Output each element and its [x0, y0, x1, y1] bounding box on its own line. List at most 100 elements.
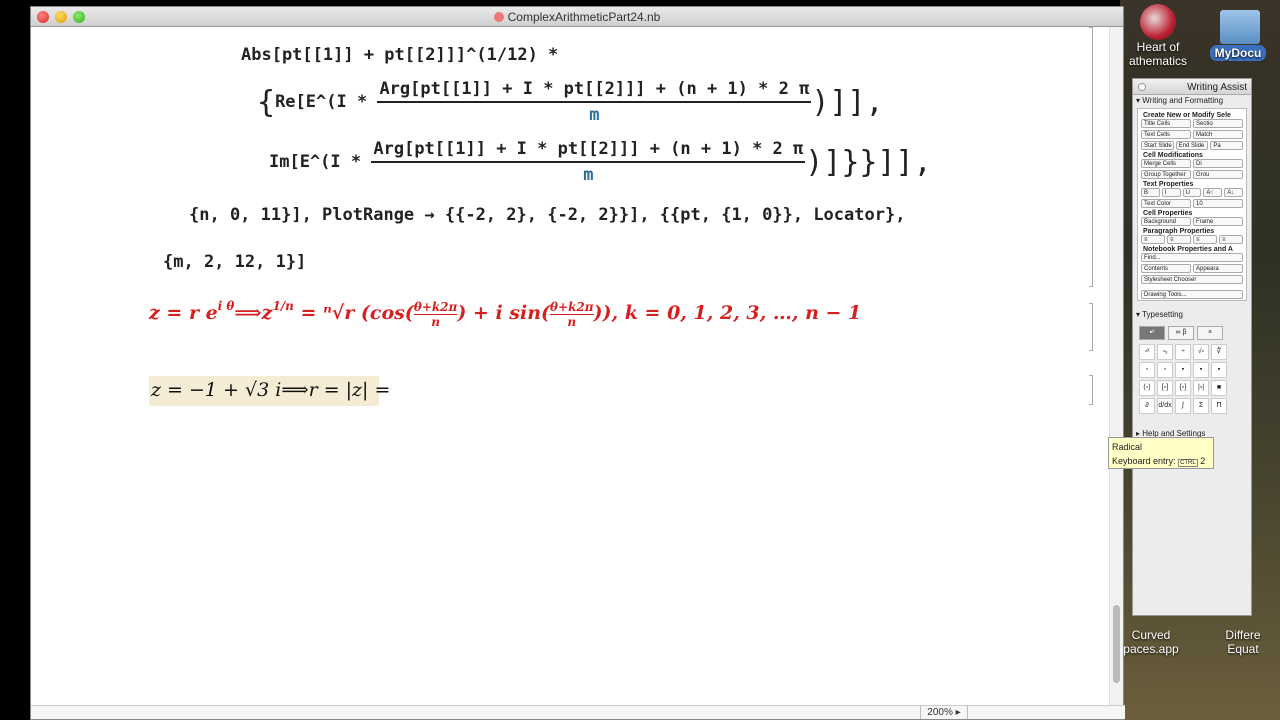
- align-right-icon[interactable]: ≡: [1193, 235, 1217, 244]
- column-template[interactable]: ▪: [1211, 362, 1227, 378]
- re-denominator: m: [589, 105, 600, 125]
- frame-menu[interactable]: Frame: [1193, 217, 1243, 226]
- writing-formatting-box: Create New or Modify Sele Title Cells Sec…: [1137, 108, 1247, 301]
- status-bar: 200% ▸: [31, 705, 1125, 719]
- code-line-re[interactable]: {Re[E^(I * Arg[pt[[1]] + I * pt[[2]]] + …: [257, 79, 884, 125]
- code-line-plotrange[interactable]: {n, 0, 11}], PlotRange → {{-2, 2}, {-2, …: [189, 205, 905, 225]
- product-template[interactable]: Π: [1211, 398, 1227, 414]
- align-center-icon[interactable]: ≡: [1167, 235, 1191, 244]
- align-left-icon[interactable]: ≡: [1141, 235, 1165, 244]
- start-slide-button[interactable]: Start Slide: [1141, 141, 1174, 150]
- zoom-selector[interactable]: 200% ▸: [920, 706, 968, 719]
- derivative-template[interactable]: ∂: [1139, 398, 1155, 414]
- merge-cells-button[interactable]: Merge Cells: [1141, 159, 1191, 168]
- formula-root-exp: 1/n: [272, 299, 294, 313]
- section-writing-formatting[interactable]: ▾ Writing and Formatting: [1133, 95, 1251, 106]
- group-together-button[interactable]: Group Together: [1141, 170, 1191, 179]
- fraction-template[interactable]: ÷: [1175, 344, 1191, 360]
- heart-label: Heart of: [1136, 40, 1180, 54]
- abs-template[interactable]: |▫|: [1193, 380, 1209, 396]
- code-line-im[interactable]: Im[E^(I * Arg[pt[[1]] + I * pt[[2]]] + (…: [269, 139, 932, 185]
- radical-template[interactable]: ∜: [1211, 344, 1227, 360]
- underscript-template[interactable]: ▫: [1139, 362, 1155, 378]
- underline-button[interactable]: U: [1182, 188, 1202, 197]
- font-size-menu[interactable]: 10: [1193, 199, 1243, 208]
- contents-menu[interactable]: Contents: [1141, 264, 1191, 273]
- text-cells-menu[interactable]: Text Cells: [1141, 130, 1191, 139]
- re-close: )]],: [811, 85, 884, 120]
- document-icon: [493, 12, 504, 22]
- tab-operators[interactable]: ×: [1197, 326, 1223, 340]
- background-menu[interactable]: Background: [1141, 217, 1191, 226]
- brace-template[interactable]: {▫}: [1175, 380, 1191, 396]
- writing-assistant-palette: Writing Assist ▾ Writing and Formatting …: [1132, 78, 1252, 616]
- vector-template[interactable]: ▪: [1193, 362, 1209, 378]
- paren-template[interactable]: (▫): [1139, 380, 1155, 396]
- code-line-abs[interactable]: Abs[pt[[1]] + pt[[2]]]^(1/12) *: [241, 45, 558, 65]
- formula-mid: ) + i sin(: [457, 302, 551, 324]
- sum-template[interactable]: Σ: [1193, 398, 1209, 414]
- section-typesetting[interactable]: ▾ Typesetting: [1133, 309, 1251, 320]
- superscript-template[interactable]: ▫ˣ: [1139, 344, 1155, 360]
- tooltip-entry: Keyboard entry: CTRL 2: [1112, 454, 1210, 470]
- cell-bracket-formula[interactable]: [1089, 303, 1093, 351]
- formula-exp: i θ: [217, 299, 235, 313]
- cell-bracket[interactable]: [1089, 27, 1093, 287]
- curved-spaces-app-icon[interactable]: Curved paces.app: [1120, 628, 1182, 656]
- justify-icon[interactable]: ≡: [1219, 235, 1243, 244]
- pa-button[interactable]: Pa: [1210, 141, 1244, 150]
- appearance-menu[interactable]: Appeara: [1193, 264, 1243, 273]
- matrix-template[interactable]: ▪: [1175, 362, 1191, 378]
- im-denominator: m: [583, 165, 594, 185]
- heart-of-mathematics-icon[interactable]: Heart of athematics: [1128, 4, 1188, 68]
- im-close: )]}}]],: [805, 145, 932, 180]
- cell-bracket-input[interactable]: [1089, 375, 1093, 405]
- formula-eq: =: [293, 302, 324, 324]
- bold-button[interactable]: B: [1141, 188, 1160, 197]
- input-cell[interactable]: z = −1 + √3 i⟹r = |z| =: [149, 376, 390, 406]
- window-title-text: ComplexArithmeticPart24.nb: [507, 10, 661, 24]
- stylesheet-chooser-button[interactable]: Stylesheet Chooser: [1141, 275, 1243, 284]
- title-bar[interactable]: ComplexArithmeticPart24.nb: [31, 7, 1123, 27]
- vertical-scrollbar[interactable]: [1109, 27, 1123, 707]
- differential-equations-icon[interactable]: Differe Equat: [1206, 628, 1280, 656]
- tab-greek[interactable]: ∞ β: [1168, 326, 1194, 340]
- mydocs-label: MyDocu: [1209, 45, 1267, 61]
- im-prefix: Im[E^(I *: [269, 152, 362, 172]
- section-menu[interactable]: Sectio: [1193, 119, 1243, 128]
- sqrt-template[interactable]: √▫: [1193, 344, 1209, 360]
- integral-template[interactable]: ∫: [1175, 398, 1191, 414]
- typesetting-label: Typesetting: [1142, 310, 1184, 319]
- subscript-template[interactable]: ▫ₓ: [1157, 344, 1173, 360]
- code-line-m[interactable]: {m, 2, 12, 1}]: [163, 252, 306, 272]
- notebook-content[interactable]: Abs[pt[[1]] + pt[[2]]]^(1/12) * {Re[E^(I…: [31, 27, 1111, 707]
- end-slide-button[interactable]: End Slide: [1175, 141, 1209, 150]
- tab-templates[interactable]: ▪ˣ: [1139, 326, 1165, 340]
- frac-2-den: n: [567, 314, 577, 329]
- box-template[interactable]: ■: [1211, 380, 1227, 396]
- create-new-label: Create New or Modify Sele: [1143, 112, 1231, 119]
- find-button[interactable]: Find...: [1141, 253, 1243, 262]
- drawing-tools-button[interactable]: Drawing Tools...: [1141, 290, 1243, 299]
- italic-button[interactable]: I: [1161, 188, 1181, 197]
- partial-template[interactable]: d/dx: [1157, 398, 1173, 414]
- palette-title-bar[interactable]: Writing Assist: [1133, 79, 1251, 95]
- mydocuments-folder-icon[interactable]: MyDocu: [1196, 10, 1280, 61]
- title-cells-menu[interactable]: Title Cells: [1141, 119, 1191, 128]
- overscript-template[interactable]: ▫: [1157, 362, 1173, 378]
- typesetting-tabs: ▪ˣ ∞ β ×: [1139, 326, 1245, 340]
- roots-formula[interactable]: z = r ei θ⟹z1/n = ⁿ√r (cos(θ+k2π n) + i s…: [149, 299, 861, 329]
- palette-close-icon[interactable]: [1138, 83, 1146, 91]
- font-down-button[interactable]: A↓: [1224, 188, 1243, 197]
- divide-button[interactable]: Di: [1193, 159, 1243, 168]
- formula-arrow: ⟹z: [234, 302, 273, 324]
- radical-tooltip: Radical Keyboard entry: CTRL 2: [1108, 437, 1214, 469]
- text-color-menu[interactable]: Text Color: [1141, 199, 1191, 208]
- font-up-button[interactable]: A↑: [1203, 188, 1223, 197]
- scroll-thumb[interactable]: [1113, 605, 1120, 683]
- bracket-template[interactable]: [▫]: [1157, 380, 1173, 396]
- group-button[interactable]: Grou: [1193, 170, 1243, 179]
- match-button[interactable]: Match: [1193, 130, 1243, 139]
- curved-label: Curved: [1131, 628, 1171, 642]
- tooltip-title: Radical: [1112, 442, 1143, 452]
